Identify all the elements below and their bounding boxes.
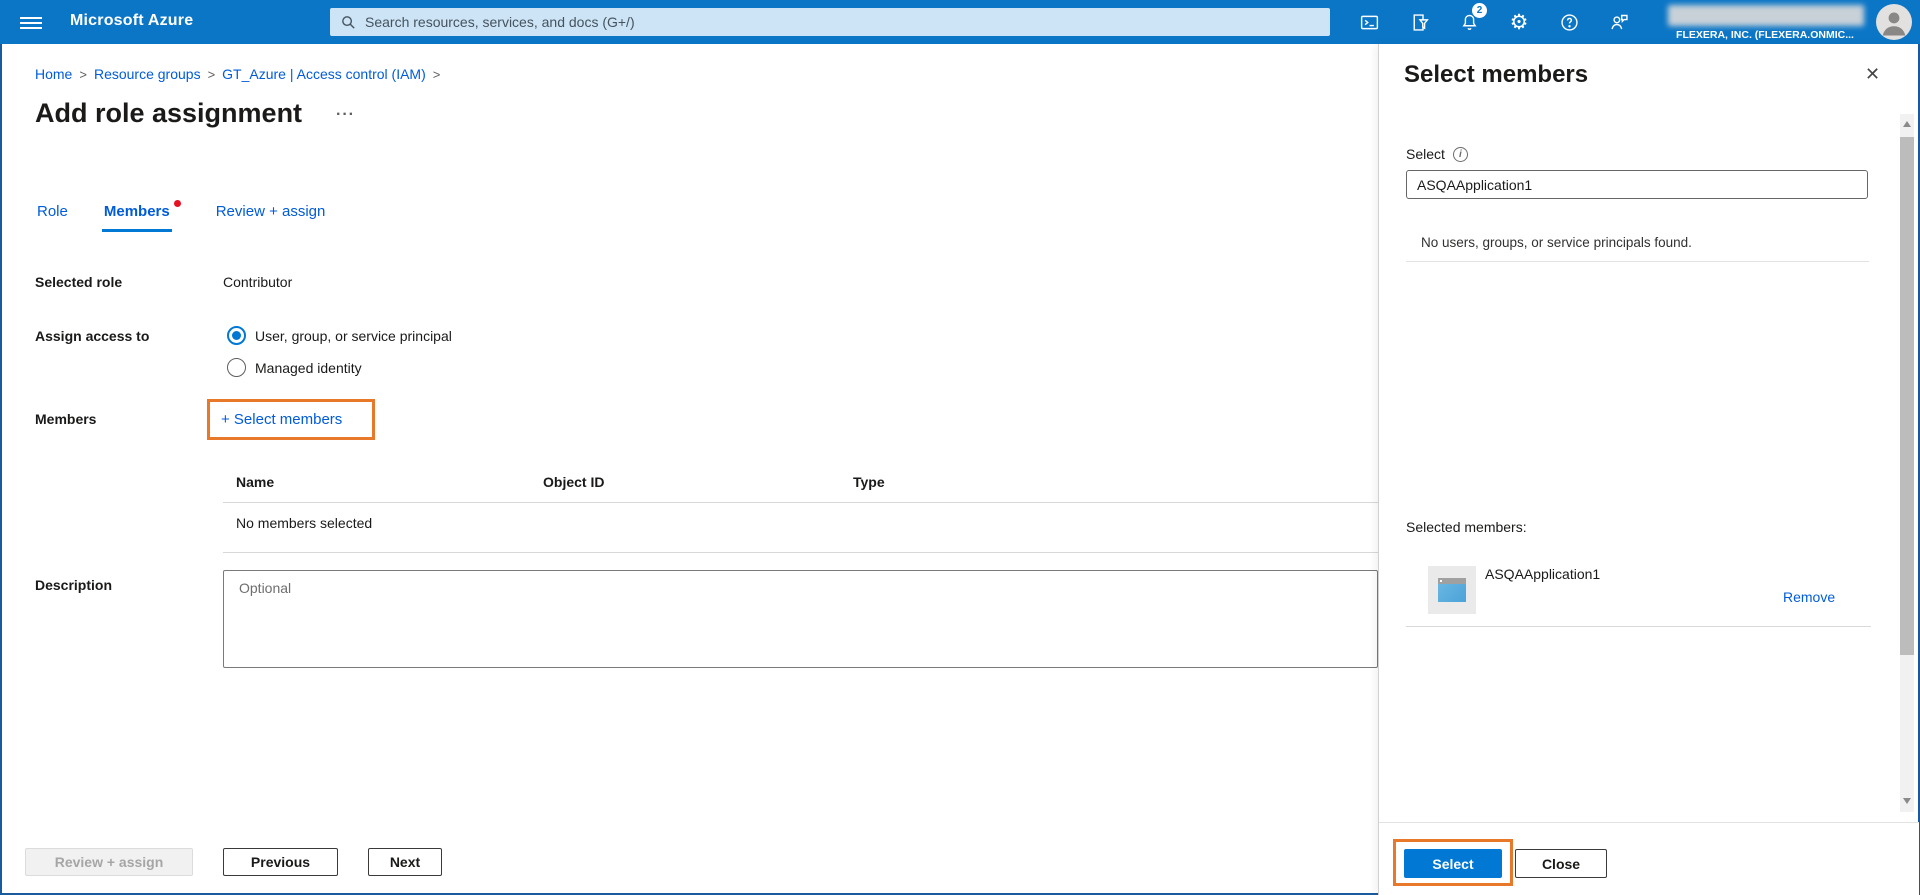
info-icon[interactable]: i bbox=[1452, 146, 1468, 162]
select-button[interactable]: Select bbox=[1404, 849, 1502, 878]
selected-member-name: ASQAApplication1 bbox=[1485, 566, 1601, 582]
panel-footer: Select Close bbox=[1379, 822, 1919, 895]
select-members-link[interactable]: + Select members bbox=[221, 411, 342, 428]
table-header-divider bbox=[223, 502, 1378, 503]
topbar-icon-row: 2 ⚙ bbox=[1344, 0, 1644, 44]
member-row-divider bbox=[1406, 626, 1871, 627]
top-bar: Microsoft Azure Search resources, servic… bbox=[0, 0, 1920, 44]
settings-gear-icon[interactable]: ⚙ bbox=[1494, 0, 1544, 44]
radio-selected-icon bbox=[227, 326, 246, 345]
radio-user-group-service-principal[interactable]: User, group, or service principal bbox=[227, 326, 452, 345]
account-menu[interactable]: FLEXERA, INC. (FLEXERA.ONMIC... bbox=[1660, 0, 1870, 44]
column-header-object-id: Object ID bbox=[543, 474, 605, 490]
breadcrumb: Home > Resource groups > GT_Azure | Access c… bbox=[35, 66, 447, 82]
brand-microsoft-azure[interactable]: Microsoft Azure bbox=[70, 12, 193, 30]
selected-role-label: Selected role bbox=[35, 274, 123, 290]
table-bottom-divider bbox=[223, 552, 1378, 553]
select-members-panel: Select members ✕ Select i No users, grou… bbox=[1378, 44, 1919, 895]
tenant-name: FLEXERA, INC. (FLEXERA.ONMIC... bbox=[1676, 29, 1854, 41]
account-name-blurred bbox=[1668, 5, 1864, 26]
breadcrumb-home[interactable]: Home bbox=[35, 66, 72, 82]
radio-managed-identity[interactable]: Managed identity bbox=[227, 358, 362, 377]
breadcrumb-separator: > bbox=[432, 67, 441, 82]
global-search[interactable] bbox=[330, 8, 1330, 36]
panel-close-button[interactable]: Close bbox=[1515, 849, 1607, 878]
tab-members[interactable]: Members bbox=[101, 200, 181, 232]
remove-member-link[interactable]: Remove bbox=[1783, 589, 1835, 605]
assign-access-to-label: Assign access to bbox=[35, 328, 150, 344]
page-title: Add role assignment bbox=[35, 98, 303, 128]
feedback-icon[interactable] bbox=[1594, 0, 1644, 44]
breadcrumb-separator: > bbox=[79, 67, 87, 82]
breadcrumb-resource-groups[interactable]: Resource groups bbox=[94, 66, 201, 82]
tab-review-assign[interactable]: Review + assign bbox=[216, 203, 326, 232]
column-header-name: Name bbox=[236, 474, 275, 490]
results-divider bbox=[1406, 261, 1869, 262]
panel-title: Select members bbox=[1404, 61, 1589, 88]
avatar[interactable] bbox=[1876, 4, 1912, 40]
panel-scrollbar-thumb[interactable] bbox=[1900, 137, 1914, 655]
hamburger-menu-icon[interactable] bbox=[12, 8, 52, 36]
review-assign-button[interactable]: Review + assign bbox=[25, 848, 193, 876]
member-search-input[interactable] bbox=[1406, 170, 1868, 199]
tab-alert-dot bbox=[173, 200, 181, 207]
tab-role[interactable]: Role bbox=[37, 203, 68, 232]
scrollbar-up-arrow[interactable] bbox=[1903, 121, 1911, 127]
column-header-type: Type bbox=[853, 474, 885, 490]
next-button[interactable]: Next bbox=[368, 848, 442, 876]
no-results-text: No users, groups, or service principals … bbox=[1421, 235, 1692, 250]
members-label: Members bbox=[35, 411, 97, 427]
selected-role-value: Contributor bbox=[223, 274, 293, 290]
members-empty-text: No members selected bbox=[236, 515, 373, 531]
scrollbar-down-arrow[interactable] bbox=[1903, 798, 1911, 804]
select-field-label-row: Select i bbox=[1406, 146, 1468, 162]
notifications-bell-icon[interactable]: 2 bbox=[1444, 0, 1494, 44]
radio-unselected-icon bbox=[227, 358, 246, 377]
more-options-button[interactable]: ··· bbox=[336, 106, 355, 124]
search-icon bbox=[342, 15, 355, 29]
breadcrumb-gt-azure-iam[interactable]: GT_Azure | Access control (IAM) bbox=[222, 66, 426, 82]
description-textarea[interactable] bbox=[223, 570, 1378, 668]
previous-button[interactable]: Previous bbox=[223, 848, 338, 876]
tab-bar: Role Members Review + assign bbox=[37, 200, 326, 232]
search-input[interactable] bbox=[365, 14, 1320, 30]
cloud-shell-icon[interactable] bbox=[1344, 0, 1394, 44]
app-window-icon bbox=[1428, 566, 1476, 614]
description-label: Description bbox=[35, 577, 113, 593]
breadcrumb-separator: > bbox=[207, 67, 216, 82]
notification-count-badge: 2 bbox=[1472, 3, 1487, 18]
help-icon[interactable] bbox=[1544, 0, 1594, 44]
directory-filter-icon[interactable] bbox=[1394, 0, 1444, 44]
selected-members-label: Selected members: bbox=[1406, 519, 1527, 535]
azure-portal-window: Microsoft Azure Search resources, servic… bbox=[0, 0, 1920, 895]
close-icon[interactable]: ✕ bbox=[1865, 64, 1880, 85]
select-field-label: Select bbox=[1406, 146, 1445, 162]
